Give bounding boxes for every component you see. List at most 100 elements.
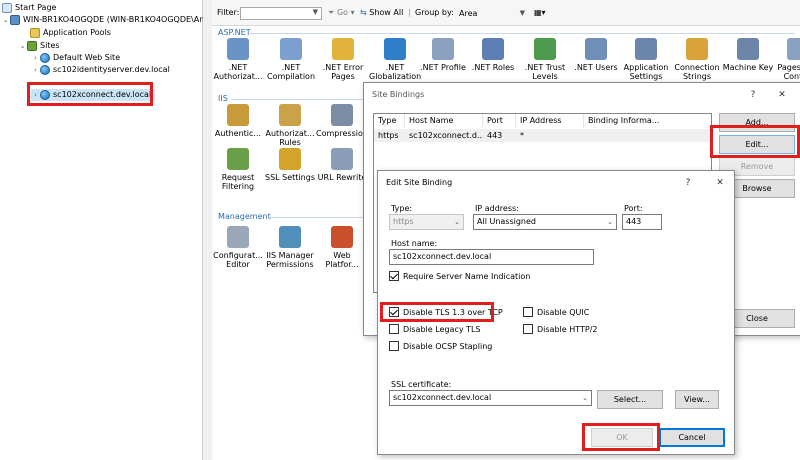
require-sni-checkbox[interactable]: Require Server Name Indication	[389, 270, 530, 282]
chevron-right-icon[interactable]: ›	[31, 52, 40, 64]
type-select[interactable]: https ⌄	[389, 214, 464, 230]
group-by-select[interactable]: Area ▼	[455, 7, 529, 20]
feature-iis-2[interactable]: Compression	[316, 104, 368, 138]
chevron-right-icon[interactable]: ›	[31, 64, 40, 76]
section-aspnet: ASP.NET	[218, 28, 251, 37]
feature-label: .NET Users	[574, 63, 618, 72]
feature-aspnet-9-icon	[686, 38, 708, 60]
column-header[interactable]: Port	[483, 114, 516, 128]
port-input[interactable]: 443	[622, 214, 662, 230]
section-divider	[250, 33, 795, 34]
feature-aspnet-0[interactable]: .NET Authorizat...	[212, 38, 264, 81]
filter-input[interactable]: ▼	[240, 7, 322, 20]
feature-aspnet-10-icon	[737, 38, 759, 60]
feature-aspnet-11-icon	[787, 38, 800, 60]
feature-iis-1[interactable]: Authorizat... Rules	[264, 104, 316, 147]
column-header[interactable]: IP Address	[516, 114, 584, 128]
iis-manager-window: Start Page ⌄ WIN-BR1KO4OGQDE (WIN-BR1KO4…	[0, 0, 800, 460]
feature-label: .NET Error Pages	[322, 63, 364, 81]
funnel-icon: ⏷	[328, 8, 335, 17]
close-button[interactable]: ✕	[708, 171, 732, 195]
view-certificate-button[interactable]: View...	[675, 390, 719, 409]
feature-management-2-icon	[331, 226, 353, 248]
server-icon	[10, 15, 20, 25]
checkbox-box[interactable]	[389, 324, 399, 334]
table-row[interactable]: https sc102xconnect.d... 443 *	[374, 129, 711, 142]
tree-item-default-web-site[interactable]: › Default Web Site	[31, 52, 120, 64]
cancel-button[interactable]: Cancel	[659, 428, 725, 447]
feature-aspnet-7[interactable]: .NET Users	[570, 38, 622, 72]
feature-aspnet-0-icon	[227, 38, 249, 60]
feature-aspnet-8-icon	[635, 38, 657, 60]
chevron-down-icon[interactable]: ⌄	[1, 14, 10, 26]
section-divider	[270, 217, 372, 218]
feature-aspnet-1[interactable]: .NET Compilation	[265, 38, 317, 81]
feature-iis-3-icon	[227, 148, 249, 170]
disable-legacy-tls-checkbox[interactable]: Disable Legacy TLS	[389, 323, 481, 335]
go-button[interactable]: ⏷ Go ▾	[328, 8, 355, 18]
disable-quic-checkbox[interactable]: Disable QUIC	[523, 306, 589, 318]
feature-label: Authorizat... Rules	[265, 129, 315, 147]
column-header[interactable]: Type	[374, 114, 405, 128]
tree-item-application-pools[interactable]: Application Pools	[30, 27, 111, 39]
column-header[interactable]: Binding Informa...	[584, 114, 713, 128]
help-button[interactable]: ?	[676, 171, 700, 195]
disable-ocsp-checkbox[interactable]: Disable OCSP Stapling	[389, 340, 492, 352]
group-by-label: Group by:	[415, 8, 454, 17]
tree-item-label: sc102identityserver.dev.local	[53, 65, 170, 74]
dialog-title: Site Bindings	[372, 90, 425, 99]
tree-item-sites[interactable]: ⌄ Sites	[18, 40, 60, 52]
port-label: Port:	[624, 204, 643, 213]
feature-iis-0[interactable]: Authentic...	[212, 104, 264, 138]
show-all-button[interactable]: ⇆ Show All	[360, 8, 403, 17]
ip-address-label: IP address:	[475, 204, 519, 213]
view-mode-button[interactable]: ▦▾	[534, 8, 546, 17]
feature-label: Compression	[316, 129, 368, 138]
tree-item-server[interactable]: ⌄ WIN-BR1KO4OGQDE (WIN-BR1KO4OGQDE\Anc	[1, 14, 209, 26]
tree-item-label: Application Pools	[43, 28, 111, 37]
feature-management-2[interactable]: Web Platfor...	[316, 226, 368, 269]
sites-icon	[27, 41, 37, 51]
toolbar-separator: |	[408, 8, 411, 17]
column-header[interactable]: Host Name	[405, 114, 483, 128]
tree-item-start-page[interactable]: Start Page	[2, 2, 56, 14]
checkbox-box[interactable]	[389, 341, 399, 351]
feature-aspnet-6[interactable]: .NET Trust Levels	[519, 38, 571, 81]
host-name-input[interactable]: sc102xconnect.dev.local	[389, 249, 594, 265]
feature-aspnet-4-icon	[432, 38, 454, 60]
feature-aspnet-3[interactable]: .NET Globalization	[369, 38, 421, 81]
feature-aspnet-8[interactable]: Application Settings	[620, 38, 672, 81]
tree-item-label: Start Page	[15, 3, 57, 12]
tree-item-identityserver[interactable]: › sc102identityserver.dev.local	[31, 64, 170, 76]
feature-aspnet-2[interactable]: .NET Error Pages	[317, 38, 369, 81]
disable-http2-checkbox[interactable]: Disable HTTP/2	[523, 323, 597, 335]
ssl-certificate-select[interactable]: sc102xconnect.dev.local ⌄	[389, 390, 592, 406]
select-certificate-button[interactable]: Select...	[597, 390, 663, 409]
feature-management-1[interactable]: IIS Manager Permissions	[264, 226, 316, 269]
filter-label: Filter:	[217, 8, 240, 17]
feature-aspnet-5[interactable]: .NET Roles	[467, 38, 519, 72]
feature-aspnet-4[interactable]: .NET Profile	[417, 38, 469, 72]
help-button[interactable]: ?	[741, 83, 765, 107]
ip-address-select[interactable]: All Unassigned ⌄	[473, 214, 617, 230]
close-button[interactable]: ✕	[770, 83, 794, 107]
checkbox-box[interactable]	[523, 307, 533, 317]
connections-tree: Start Page ⌄ WIN-BR1KO4OGQDE (WIN-BR1KO4…	[0, 0, 209, 460]
tree-item-label: Default Web Site	[53, 53, 121, 62]
highlight-ok-button	[582, 423, 660, 451]
feature-iis-4[interactable]: SSL Settings	[264, 148, 316, 182]
feature-label: .NET Profile	[420, 63, 466, 72]
feature-iis-5[interactable]: URL Rewrite	[316, 148, 368, 182]
feature-management-0[interactable]: Configurat... Editor	[212, 226, 264, 269]
checkbox-box[interactable]	[389, 271, 399, 281]
feature-aspnet-10[interactable]: Machine Key	[722, 38, 774, 72]
feature-aspnet-9[interactable]: Connection Strings	[671, 38, 723, 81]
feature-iis-3[interactable]: Request Filtering	[212, 148, 264, 191]
chevron-down-icon[interactable]: ⌄	[18, 40, 27, 52]
type-label: Type:	[391, 204, 413, 213]
feature-aspnet-11[interactable]: Pages and Contr...	[772, 38, 800, 81]
filter-bar: Filter: ▼ ⏷ Go ▾ ⇆ Show All | Group by: …	[212, 0, 800, 26]
feature-label: Pages and Contr...	[777, 63, 800, 81]
splitter[interactable]	[203, 0, 212, 460]
checkbox-box[interactable]	[523, 324, 533, 334]
